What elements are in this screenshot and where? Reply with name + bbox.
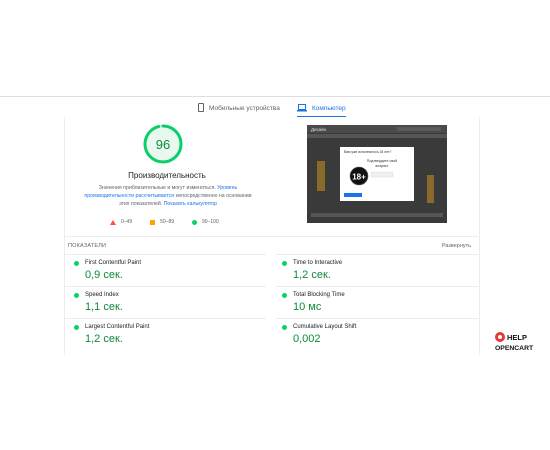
screenshot-dialog-line2: возраст bbox=[376, 164, 389, 168]
laptop-icon bbox=[297, 103, 307, 114]
legend-average: 50–89 bbox=[150, 219, 174, 225]
metric-value: 1,2 сек. bbox=[293, 269, 331, 281]
metric-name: Largest Contentful Paint bbox=[85, 324, 150, 330]
square-icon bbox=[150, 219, 156, 225]
performance-gauge: 96 bbox=[143, 124, 183, 164]
metric-rule bbox=[276, 318, 478, 319]
performance-description: Значения приблизительные и могут изменят… bbox=[80, 184, 256, 208]
metric-name: First Contentful Paint bbox=[85, 260, 142, 266]
device-tabs: Мобильные устройства Компьютер bbox=[0, 100, 550, 118]
metric-rule bbox=[64, 318, 266, 319]
metric-lcp: Largest Contentful Paint 1,2 сек. bbox=[74, 324, 254, 345]
legend-average-label: 50–89 bbox=[160, 219, 175, 225]
metric-tti: Time to Interactive 1,2 сек. bbox=[282, 260, 462, 281]
metric-value: 1,1 сек. bbox=[85, 301, 123, 313]
metric-name: Speed Index bbox=[85, 292, 119, 298]
metric-value: 0,002 bbox=[293, 333, 321, 345]
metric-value: 10 мс bbox=[293, 301, 322, 313]
metric-rule bbox=[276, 254, 478, 255]
tab-desktop-label: Компьютер bbox=[312, 105, 346, 112]
metrics-header: ПОКАЗАТЕЛИ bbox=[68, 243, 107, 249]
legend-good: 90–100 bbox=[192, 219, 219, 225]
performance-title: Производительность bbox=[128, 171, 206, 180]
good-status-icon bbox=[282, 292, 287, 298]
section-divider bbox=[64, 236, 478, 237]
legend-bad-label: 0–49 bbox=[121, 219, 133, 225]
metric-rule bbox=[64, 286, 266, 287]
top-divider bbox=[0, 96, 550, 97]
screenshot-dialog-line1: Подтвердите свой bbox=[367, 159, 397, 163]
good-status-icon bbox=[74, 292, 79, 298]
screenshot-badge: 18+ bbox=[352, 173, 366, 182]
metric-rule bbox=[64, 254, 266, 255]
score-legend: 0–49 50–89 90–100 bbox=[110, 219, 237, 225]
good-status-icon bbox=[282, 324, 287, 330]
metric-name: Total Blocking Time bbox=[293, 292, 345, 298]
phone-icon bbox=[198, 103, 204, 114]
performance-score: 96 bbox=[155, 136, 171, 152]
help-opencart-logo: HELP OPENCART bbox=[494, 331, 546, 353]
metric-name: Cumulative Layout Shift bbox=[293, 324, 357, 330]
expand-button[interactable]: Развернуть bbox=[442, 243, 471, 249]
legend-good-label: 90–100 bbox=[202, 219, 219, 225]
good-status-icon bbox=[282, 260, 287, 266]
tab-mobile-label: Мобильные устройства bbox=[209, 105, 280, 112]
calculator-link[interactable]: Показать калькулятор bbox=[164, 201, 217, 207]
tab-mobile[interactable]: Мобильные устройства bbox=[198, 100, 280, 117]
logo-line2: OPENCART bbox=[495, 345, 534, 352]
page-screenshot: Дизайн Вам уже исполнилось 18 лет? Подтв… bbox=[307, 125, 447, 223]
legend-bad: 0–49 bbox=[110, 219, 132, 225]
metric-fcp: First Contentful Paint 0,9 сек. bbox=[74, 260, 254, 281]
screenshot-brand: Дизайн bbox=[311, 126, 327, 132]
metric-rule bbox=[276, 286, 478, 287]
desc-text: Значения приблизительные и могут изменят… bbox=[98, 185, 216, 191]
metric-tbt: Total Blocking Time 10 мс bbox=[282, 292, 462, 313]
metric-speed-index: Speed Index 1,1 сек. bbox=[74, 292, 254, 313]
tab-desktop[interactable]: Компьютер bbox=[297, 100, 346, 118]
good-status-icon bbox=[74, 324, 79, 330]
metric-value: 0,9 сек. bbox=[85, 269, 123, 281]
metric-cls: Cumulative Layout Shift 0,002 bbox=[282, 324, 462, 345]
screenshot-dialog-question: Вам уже исполнилось 18 лет? bbox=[344, 150, 392, 154]
circle-icon bbox=[192, 219, 198, 225]
metric-value: 1,2 сек. bbox=[85, 333, 123, 345]
metric-name: Time to Interactive bbox=[293, 260, 343, 266]
good-status-icon bbox=[74, 260, 79, 266]
logo-line1: HELP bbox=[507, 333, 527, 342]
triangle-icon bbox=[110, 219, 116, 225]
